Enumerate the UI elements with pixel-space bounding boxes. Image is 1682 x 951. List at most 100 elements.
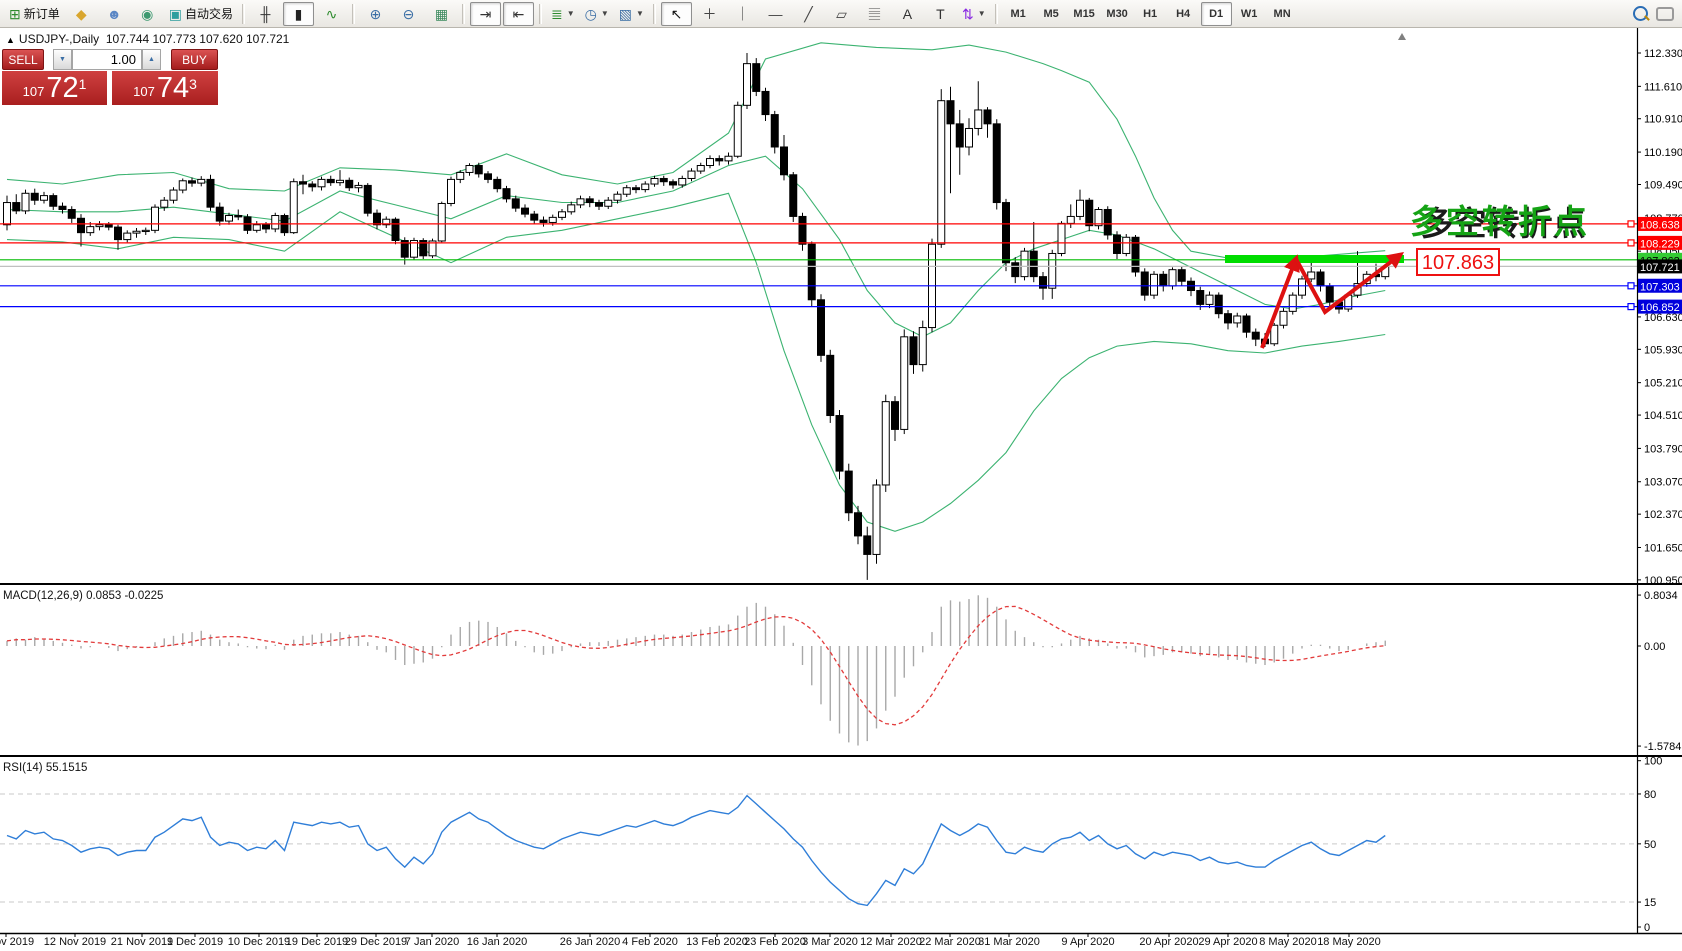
- search-button[interactable]: [1633, 6, 1648, 21]
- bear-candle: [1104, 209, 1111, 234]
- text-button[interactable]: A: [892, 2, 923, 26]
- bear-candle: [827, 355, 834, 415]
- bull-candle: [614, 194, 621, 200]
- zoom-in-button[interactable]: ⊕: [360, 2, 391, 26]
- chat-button[interactable]: [1656, 7, 1674, 21]
- chart-canvas[interactable]: 多空转折点多空转折点107.863MACD(12,26,9) 0.0853 -0…: [0, 0, 1682, 951]
- tf-m5-label: M5: [1043, 8, 1058, 20]
- label-button[interactable]: T: [925, 2, 956, 26]
- bear-candle: [216, 207, 223, 221]
- axis-tick-label: 112.330: [1644, 48, 1682, 60]
- volume-input[interactable]: 1.00: [72, 49, 142, 70]
- macd-label: MACD(12,26,9) 0.0853 -0.0225: [3, 590, 163, 602]
- tile-windows-button[interactable]: ▦: [426, 2, 457, 26]
- bear-candle: [790, 175, 797, 217]
- date-label: 12 Mar 2020: [860, 936, 922, 948]
- bear-candle: [512, 199, 519, 208]
- axis-tick-label: 101.650: [1644, 542, 1682, 554]
- chart-window-button[interactable]: ◆: [66, 2, 97, 26]
- new-order-button-label: 新订单: [24, 5, 60, 22]
- axis-tick-label: 0.8034: [1644, 590, 1678, 602]
- axis-price-tag-value: 108.229: [1640, 238, 1680, 250]
- vertical-line-button[interactable]: ｜: [727, 2, 758, 26]
- tf-m15[interactable]: M15: [1069, 2, 1100, 26]
- bear-candle: [586, 199, 593, 203]
- line-anchor-handle[interactable]: [1628, 304, 1634, 310]
- tf-mn-label: MN: [1274, 8, 1291, 20]
- bear-candle: [235, 216, 242, 217]
- tf-d1[interactable]: D1: [1201, 2, 1232, 26]
- bear-candle: [762, 91, 769, 114]
- bear-candle: [263, 225, 270, 229]
- volume-increase-button[interactable]: ▲: [142, 49, 161, 70]
- bull-candle: [1077, 200, 1084, 216]
- new-order-icon: ⊞: [9, 7, 21, 21]
- sell-price[interactable]: 107721: [2, 71, 107, 105]
- cursor-button[interactable]: ↖: [661, 2, 692, 26]
- volume-decrease-button[interactable]: ▼: [53, 49, 72, 70]
- bull-candle: [901, 337, 908, 430]
- channel-button[interactable]: ▱: [826, 2, 857, 26]
- horizontal-line-button[interactable]: —: [760, 2, 791, 26]
- tf-m30[interactable]: M30: [1102, 2, 1133, 26]
- axis-tick-label: 50: [1644, 839, 1656, 851]
- bull-candle: [87, 227, 94, 233]
- bull-candle: [1308, 272, 1315, 279]
- tf-h4[interactable]: H4: [1168, 2, 1199, 26]
- bear-candle: [1326, 286, 1333, 302]
- bull-candle: [697, 166, 704, 172]
- buy-button[interactable]: BUY: [171, 49, 218, 70]
- annotation-text[interactable]: 多空转折点: [1410, 203, 1590, 240]
- date-label: 1 Dec 2019: [167, 936, 223, 948]
- buy-price[interactable]: 107743: [112, 71, 218, 105]
- date-axis[interactable]: 5 Nov 201912 Nov 201921 Nov 20191 Dec 20…: [0, 934, 1381, 948]
- highlight-green-bar[interactable]: [1225, 255, 1404, 263]
- auto-trading-button[interactable]: ▣自动交易: [165, 2, 237, 26]
- line-anchor-handle[interactable]: [1628, 283, 1634, 289]
- sell-button[interactable]: SELL: [2, 49, 44, 70]
- periods-button[interactable]: ◷▼: [581, 2, 613, 26]
- bar-chart-button[interactable]: ╫: [250, 2, 281, 26]
- bull-candle: [559, 212, 566, 218]
- auto-scroll-button[interactable]: ⇥: [470, 2, 501, 26]
- arrows-button[interactable]: ⇅▼: [958, 2, 990, 26]
- tf-m15-label: M15: [1073, 8, 1094, 20]
- chevron-down-icon: ▼: [601, 9, 609, 18]
- bull-candle: [966, 128, 973, 147]
- crosshair-button[interactable]: ＋: [694, 2, 725, 26]
- buy-price-big-figure: 107: [133, 82, 155, 103]
- mt4-terminal: ⊞新订单◆☻◉▣自动交易╫▮∿⊕⊖▦⇥⇤≣▼◷▼▧▼↖＋｜—╱▱𝄚AT⇅▼M1M…: [0, 0, 1682, 951]
- fibonacci-button[interactable]: 𝄚: [859, 2, 890, 26]
- candle-chart-button[interactable]: ▮: [283, 2, 314, 26]
- date-label: 18 May 2020: [1317, 936, 1381, 948]
- collapse-icon[interactable]: ▲: [6, 35, 15, 45]
- tf-h1[interactable]: H1: [1135, 2, 1166, 26]
- signal-button[interactable]: ◉: [132, 2, 163, 26]
- zoom-in-icon: ⊕: [370, 7, 382, 21]
- line-anchor-handle[interactable]: [1628, 240, 1634, 246]
- chart-background: [0, 28, 1682, 951]
- chart-shift-button[interactable]: ⇤: [503, 2, 534, 26]
- clock-icon: ◷: [585, 7, 597, 21]
- templates-button[interactable]: ▧▼: [615, 2, 648, 26]
- axis-tick-label: 103.790: [1644, 443, 1682, 455]
- tf-m1[interactable]: M1: [1003, 2, 1034, 26]
- bull-candle: [170, 190, 177, 200]
- arrows-icon: ⇅: [962, 7, 974, 21]
- trendline-button[interactable]: ╱: [793, 2, 824, 26]
- price-callout-box[interactable]: 107.863: [1417, 249, 1499, 275]
- tf-w1[interactable]: W1: [1234, 2, 1265, 26]
- zoom-out-button[interactable]: ⊖: [393, 2, 424, 26]
- bear-candle: [956, 124, 963, 147]
- tf-m5[interactable]: M5: [1036, 2, 1067, 26]
- tf-mn[interactable]: MN: [1267, 2, 1298, 26]
- line-anchor-handle[interactable]: [1628, 221, 1634, 227]
- date-label: 8 May 2020: [1259, 936, 1316, 948]
- vline-icon: ｜: [735, 7, 749, 21]
- indicators-button[interactable]: ≣▼: [547, 2, 579, 26]
- bear-candle: [300, 182, 307, 184]
- bull-candle: [568, 205, 575, 212]
- line-chart-button[interactable]: ∿: [316, 2, 347, 26]
- new-order-button[interactable]: ⊞新订单: [5, 2, 64, 26]
- profile-button[interactable]: ☻: [99, 2, 130, 26]
